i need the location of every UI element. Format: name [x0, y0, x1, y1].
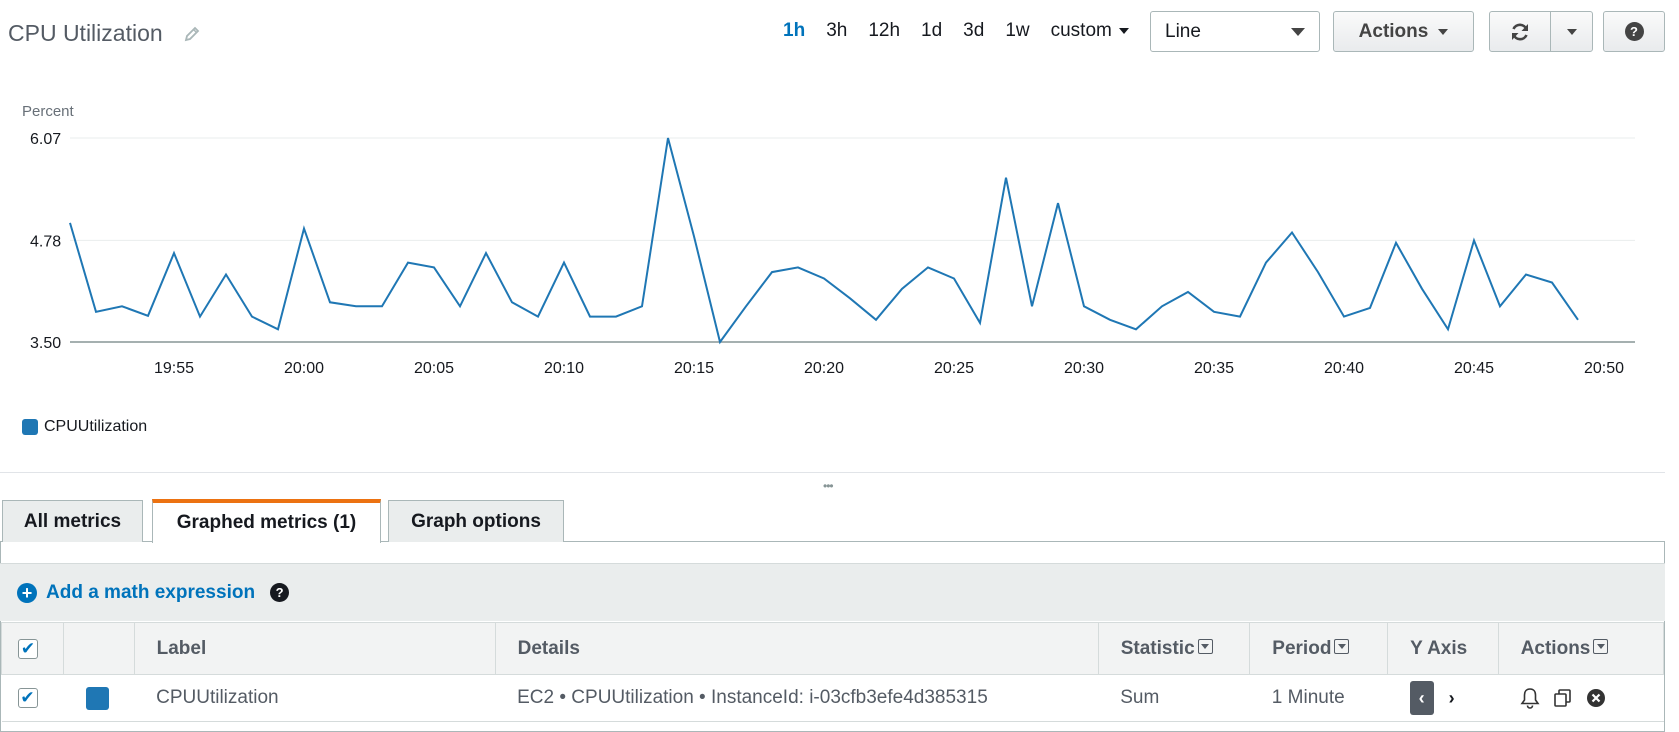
details-header: Details [494, 622, 1099, 675]
remove-circle-icon[interactable] [1586, 688, 1606, 708]
sort-dropdown-icon[interactable] [1593, 638, 1609, 654]
actions-label: Actions [1358, 20, 1429, 42]
refresh-button[interactable] [1489, 11, 1551, 52]
x-tick-label: 20:35 [1194, 360, 1234, 377]
legend-swatch [22, 419, 38, 435]
math-expression-bar: + Add a math expression ? [0, 563, 1665, 621]
row-select-cell: ✔ [1, 674, 64, 722]
time-range-selector: 1h 3h 12h 1d 3d 1w custom [783, 18, 1129, 44]
table-row: ✔ CPUUtilization EC2 • CPUUtilization • … [1, 674, 1664, 722]
row-statistic[interactable]: Sum [1098, 674, 1250, 722]
period-header[interactable]: Period [1249, 622, 1389, 675]
row-color-cell [63, 674, 135, 722]
table-header-row: ✔ Label Details Statistic Period Y Axis … [0, 622, 1665, 675]
yaxis-header: Y Axis [1387, 622, 1499, 675]
caret-down-icon [1566, 28, 1577, 35]
range-1w[interactable]: 1w [1005, 20, 1029, 42]
row-label[interactable]: CPUUtilization [134, 674, 496, 722]
y-tick-label: 4.78 [30, 233, 61, 250]
row-yaxis-cell: ‹ › [1387, 674, 1499, 722]
statistic-header[interactable]: Statistic [1097, 622, 1251, 675]
x-tick-label: 20:15 [674, 360, 714, 377]
actions-button[interactable]: Actions [1333, 11, 1474, 52]
graph-type-select[interactable]: Line [1150, 11, 1320, 52]
range-1h[interactable]: 1h [783, 20, 805, 42]
row-checkbox[interactable]: ✔ [17, 688, 38, 708]
label-header[interactable]: Label [133, 622, 496, 675]
add-math-expression-link[interactable]: Add a math expression [46, 582, 255, 604]
graph-title: CPU Utilization [8, 20, 163, 46]
x-tick-label: 20:45 [1454, 360, 1494, 377]
panel-divider [0, 472, 1665, 473]
cpu-line-chart: 3.50 4.78 6.07 19:55 20:00 20:05 20:10 20:15 20:… [30, 131, 1635, 377]
x-tick-label: 20:05 [414, 360, 454, 377]
tab-graph-options[interactable]: Graph options [388, 500, 564, 542]
tab-all-metrics[interactable]: All metrics [2, 500, 143, 542]
period-header-label: Period [1272, 637, 1332, 659]
statistic-header-label: Statistic [1120, 637, 1195, 659]
actions-header[interactable]: Actions [1497, 622, 1665, 675]
duplicate-icon[interactable] [1552, 687, 1574, 709]
pencil-icon[interactable] [183, 25, 201, 43]
x-tick-label: 20:00 [284, 360, 324, 377]
range-3h[interactable]: 3h [826, 20, 847, 42]
x-tick-label: 20:10 [544, 360, 584, 377]
x-tick-label: 20:50 [1584, 360, 1624, 377]
series-color-swatch[interactable] [85, 686, 109, 710]
legend-label: CPUUtilization [44, 418, 148, 435]
x-tick-label: 20:20 [804, 360, 844, 377]
caret-down-icon [1438, 28, 1449, 35]
sort-dropdown-icon[interactable] [1334, 638, 1350, 654]
row-details: EC2 • CPUUtilization • InstanceId: i-03c… [495, 674, 1099, 722]
y-axis-right-button[interactable]: › [1440, 681, 1464, 715]
x-tick-label: 20:40 [1324, 360, 1364, 377]
range-custom-label: custom [1050, 20, 1112, 41]
refresh-icon [1512, 23, 1528, 40]
resize-handle[interactable]: ••• [823, 479, 834, 493]
chart-legend: CPUUtilization [22, 418, 147, 436]
row-actions-cell [1498, 674, 1664, 722]
range-12h[interactable]: 12h [868, 20, 900, 42]
row-actions [1520, 687, 1641, 709]
caret-down-icon [1291, 27, 1305, 36]
range-1d[interactable]: 1d [921, 20, 942, 42]
y-axis-left-button[interactable]: ‹ [1409, 681, 1434, 715]
x-tick-label: 20:30 [1064, 360, 1104, 377]
y-axis-toggle: ‹ › [1409, 681, 1477, 715]
page-title: CPU Utilization [8, 20, 201, 47]
plus-circle-icon[interactable]: + [17, 582, 37, 603]
x-tick-label: 19:55 [154, 360, 194, 377]
sort-dropdown-icon[interactable] [1197, 638, 1213, 654]
range-custom[interactable]: custom [1051, 20, 1129, 42]
y-tick-label: 3.50 [30, 335, 61, 352]
bell-icon[interactable] [1520, 687, 1540, 709]
range-3d[interactable]: 3d [963, 20, 984, 42]
y-axis-label: Percent [22, 103, 74, 120]
select-all-checkbox[interactable]: ✔ [18, 638, 38, 659]
question-circle-icon[interactable]: ? [270, 583, 290, 602]
help-button[interactable]: ? [1603, 11, 1665, 52]
row-period[interactable]: 1 Minute [1249, 674, 1388, 722]
help-icon: ? [1624, 22, 1644, 41]
refresh-interval-dropdown[interactable] [1550, 11, 1593, 52]
x-tick-label: 20:25 [934, 360, 974, 377]
caret-down-icon [1118, 28, 1129, 34]
tab-graphed-metrics[interactable]: Graphed metrics (1) [152, 499, 381, 543]
graph-type-value: Line [1165, 20, 1201, 42]
y-tick-label: 6.07 [30, 131, 61, 148]
actions-header-label: Actions [1520, 637, 1591, 659]
metrics-table: ✔ Label Details Statistic Period Y Axis … [0, 622, 1665, 722]
color-header [63, 622, 135, 675]
select-all-header: ✔ [0, 622, 65, 675]
